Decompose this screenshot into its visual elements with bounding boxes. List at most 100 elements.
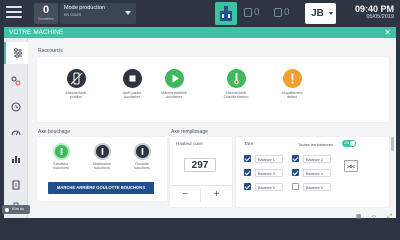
checkbox[interactable] [292, 155, 299, 162]
balance-name: Balance 3 [255, 169, 283, 177]
hauteur-value[interactable]: 297 [184, 158, 216, 172]
balance-name: Balance 5 [255, 183, 283, 191]
plus-button[interactable]: + [201, 188, 232, 202]
hauteur-label: Hauteur cuve [176, 141, 203, 146]
sidebar-item-stats[interactable] [4, 148, 28, 170]
history-icon [11, 102, 21, 112]
sidebar-item-flow[interactable] [4, 70, 28, 92]
counter-label: Bouteilles [38, 17, 54, 21]
toggle-label: ON [344, 141, 350, 145]
machine-panel: VOTRE MACHINE ✕ Raccourcis Marche/Arrêt … [4, 27, 396, 218]
mode-title: Mode production [64, 5, 105, 11]
panel-sidebar [4, 38, 28, 218]
shortcut-label: Marche/Arrêt Chauffe thermo [223, 91, 249, 100]
balance-name: Balance 4 [303, 169, 331, 177]
minus-button[interactable]: − [170, 188, 201, 202]
panel-header: VOTRE MACHINE ✕ [4, 27, 396, 38]
warning-icon [282, 69, 302, 88]
alarm-2-value: 0 [284, 7, 290, 18]
chevron-down-icon [329, 12, 333, 15]
stepper: − + [170, 185, 232, 203]
tare-zero-button[interactable]: >0< [344, 160, 358, 172]
document-icon [12, 180, 20, 190]
mode-status: en cours [64, 12, 82, 17]
alarm-counter-1[interactable]: 0 [244, 6, 260, 20]
all-balances-label: Toutes les balances [298, 142, 334, 147]
sidebar-item-documents[interactable] [4, 174, 28, 196]
checkbox[interactable] [292, 169, 299, 176]
balance-name: Balance 6 [303, 183, 331, 191]
chart-icon [12, 156, 20, 163]
machine-button[interactable] [215, 2, 237, 25]
checkbox[interactable] [244, 169, 251, 176]
shortcuts-label: Raccourcis [38, 48, 63, 54]
gauge-icon [11, 130, 21, 136]
power-icon [93, 143, 111, 160]
bouchage-label: Axe bouchage [38, 129, 70, 135]
sidebar-item-dashboard[interactable] [4, 122, 28, 144]
close-icon[interactable]: ✕ [384, 27, 391, 38]
power-icon [133, 143, 151, 160]
remplissage-label: Axe remplissage [171, 129, 208, 135]
mode-selector[interactable]: Mode production en cours [60, 3, 136, 24]
bouchage-goulotte[interactable]: Goulotte bouchons [129, 143, 155, 171]
warning-icon [274, 7, 282, 17]
bouchage-elevateur[interactable]: Élévateur bouchons [48, 143, 74, 171]
panel-title: VOTRE MACHINE [9, 29, 64, 36]
bouchage-item-label: Élévateur bouchons [53, 162, 69, 171]
chevron-down-icon [125, 11, 131, 15]
shortcut-ack-fault[interactable]: Acquittement défaut [267, 69, 317, 100]
shortcut-portillon[interactable]: Marche/Arrêt portillon [51, 69, 101, 100]
tare-label: Tare [244, 142, 254, 147]
clock-date: 05/05/2019 [366, 14, 394, 20]
all-balances-toggle[interactable]: ON [342, 140, 356, 147]
top-bar: 0 Bouteilles Mode production en cours 0 … [0, 0, 400, 27]
balance-name: Balance 2 [303, 155, 331, 163]
checkbox[interactable] [244, 155, 251, 162]
user-menu[interactable]: JB [305, 3, 336, 24]
alarm-icon [244, 7, 252, 17]
sliders-icon [14, 48, 22, 58]
flow-icon [11, 76, 21, 86]
checkbox[interactable] [244, 183, 251, 190]
stop-icon [122, 69, 142, 88]
toggle-knob [350, 141, 355, 146]
bottom-toolbar: ▦ ‹› ⤢ [352, 205, 394, 220]
status-label: Etat du [12, 207, 25, 211]
clock: 09:40 PM 05/05/2019 [355, 4, 394, 21]
bouchage-item-label: Distributeur bouchons [92, 162, 112, 171]
play-icon [164, 69, 184, 88]
shortcut-label: Acquittement défaut [281, 91, 303, 100]
bouchage-item-label: Goulotte bouchons [134, 162, 150, 171]
goulotte-reverse-button[interactable]: MARCHE ARRIÈRE GOULOTTE BOUCHONS [48, 182, 154, 194]
bottle-counter: 0 Bouteilles [34, 3, 58, 24]
clock-time: 09:40 PM [354, 4, 394, 14]
sidebar-item-settings[interactable] [4, 42, 28, 64]
alarm-counter-2[interactable]: 0 [274, 6, 290, 20]
bouchage-distributeur[interactable]: Distributeur bouchons [89, 143, 115, 171]
tare-card: Tare Toutes les balances ON Balance 1 Ba… [236, 137, 389, 207]
thermometer-icon [226, 69, 246, 88]
shortcut-start-aux[interactable]: Marche partielle Auxiliaires [149, 69, 199, 100]
shortcut-thermo[interactable]: Marche/Arrêt Chauffe thermo [211, 69, 261, 100]
shortcuts-card: Marche/Arrêt portillon Arrêt partiel Auxil… [37, 57, 389, 122]
menu-icon[interactable] [6, 6, 22, 20]
user-initials: JB [311, 8, 324, 19]
shortcut-label: Marche partielle Auxiliaires [161, 91, 187, 100]
code-icon[interactable]: ‹› [370, 213, 379, 222]
status-dot-icon [5, 207, 9, 212]
sidebar-item-history[interactable] [4, 96, 28, 118]
scroll-handle[interactable] [391, 137, 394, 151]
remplissage-card: Hauteur cuve 297 − + [170, 137, 232, 207]
grid-icon[interactable]: ▦ [354, 213, 363, 222]
power-icon [52, 143, 70, 160]
machine-icon [220, 6, 232, 21]
balance-name: Balance 1 [255, 155, 283, 163]
shortcut-label: Marche/Arrêt portillon [65, 91, 87, 100]
counter-value: 0 [42, 4, 50, 16]
no-bottle-icon [66, 69, 86, 88]
status-pill[interactable]: Etat du [2, 205, 30, 214]
checkbox[interactable] [292, 183, 299, 190]
alarm-1-value: 0 [254, 7, 260, 18]
expand-icon[interactable]: ⤢ [385, 213, 394, 222]
